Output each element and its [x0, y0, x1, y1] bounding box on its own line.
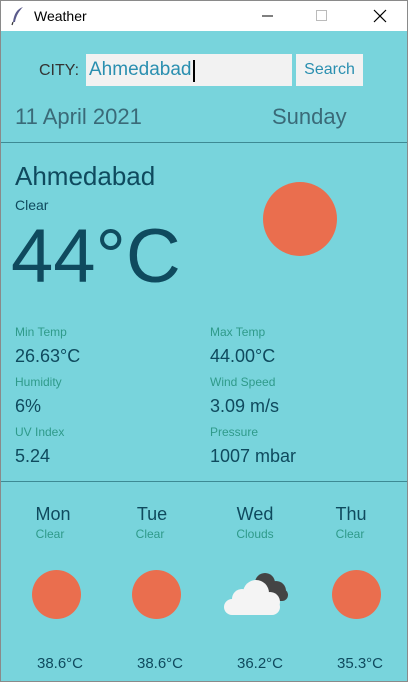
sun-icon — [132, 570, 181, 619]
forecast-day: Tue — [136, 504, 168, 524]
humidity-value: 6% — [15, 396, 42, 416]
text-caret — [193, 60, 195, 82]
minimize-button[interactable] — [245, 1, 291, 31]
feather-icon — [10, 6, 26, 26]
forecast-temp: 38.6°C — [36, 655, 84, 672]
wind-speed-value: 3.09 m/s — [210, 396, 280, 416]
city-input[interactable] — [86, 54, 292, 86]
close-button[interactable] — [357, 1, 403, 31]
forecast-condition: Clear — [335, 527, 365, 541]
uv-index-label: UV Index — [15, 425, 65, 439]
forecast-temp: 35.3°C — [336, 655, 384, 672]
cloud-icon — [220, 569, 292, 617]
forecast-condition: Clear — [35, 527, 65, 541]
current-temperature: 44°C — [11, 214, 181, 299]
sun-icon — [332, 570, 381, 619]
location-name: Ahmedabad — [15, 161, 156, 191]
weather-window: Weather CITY: Search 11 April 2021 Sunda… — [0, 0, 408, 682]
forecast-condition: Clear — [135, 527, 165, 541]
wind-speed-label: Wind Speed — [210, 375, 276, 389]
search-button[interactable]: Search — [296, 54, 363, 86]
max-temp-value: 44.00°C — [210, 346, 276, 366]
divider — [1, 481, 407, 482]
forecast-condition: Clouds — [236, 527, 274, 541]
title-bar: Weather — [1, 1, 407, 31]
current-condition: Clear — [15, 197, 49, 213]
divider — [1, 142, 407, 143]
forecast-day: Wed — [236, 504, 274, 524]
min-temp-value: 26.63°C — [15, 346, 81, 366]
maximize-button[interactable] — [299, 1, 345, 31]
current-day: Sunday — [272, 104, 347, 129]
min-temp-label: Min Temp — [15, 325, 67, 339]
pressure-value: 1007 mbar — [210, 446, 297, 466]
forecast-day: Thu — [335, 504, 367, 524]
city-label: CITY: — [39, 62, 80, 79]
forecast-temp: 36.2°C — [236, 655, 284, 672]
humidity-label: Humidity — [15, 375, 62, 389]
current-date: 11 April 2021 — [15, 104, 142, 129]
window-title: Weather — [34, 8, 87, 24]
uv-index-value: 5.24 — [15, 446, 51, 466]
sun-icon — [32, 570, 81, 619]
max-temp-label: Max Temp — [210, 325, 266, 339]
pressure-label: Pressure — [210, 425, 259, 439]
sun-icon — [263, 182, 337, 256]
forecast-day: Mon — [35, 504, 71, 524]
forecast-temp: 38.6°C — [136, 655, 184, 672]
